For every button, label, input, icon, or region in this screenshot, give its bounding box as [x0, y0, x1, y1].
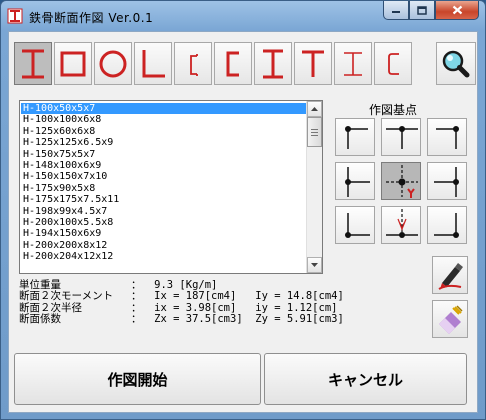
base-point-top-center[interactable] [381, 118, 421, 156]
grip-icon [311, 128, 318, 136]
cancel-button[interactable]: キャンセル [264, 353, 467, 405]
list-item[interactable]: H-175x90x5x8 [21, 183, 307, 194]
list-item[interactable]: H-200x200x8x12 [21, 240, 307, 251]
title-bar[interactable]: 鉄骨断面作図 Ver.0.1 [1, 1, 485, 31]
scroll-down-button[interactable] [307, 257, 322, 273]
base-point-top-left[interactable] [335, 118, 375, 156]
channel-rounded-button[interactable] [374, 42, 412, 85]
base-point-label: 作図基点 [369, 103, 418, 117]
list-item[interactable]: H-175x175x7.5x11 [21, 194, 307, 205]
round-pipe-icon [99, 50, 127, 77]
list-item[interactable]: H-200x100x5.5x8 [21, 217, 307, 228]
channel-rounded-icon [388, 52, 399, 75]
base-point-middle-left[interactable] [335, 162, 375, 200]
window-title: 鉄骨断面作図 Ver.0.1 [29, 11, 154, 25]
corner-tr-icon [436, 126, 459, 149]
section-properties: 単位重量 ： 9.3 [Kg/m] 断面２次モーメント ： Ix = 187[c… [19, 279, 431, 334]
maximize-icon [417, 5, 427, 15]
modulus-value: ： Zx = 37.5[cm3] Zy = 5.91[cm3] [131, 313, 344, 326]
arrow-up-icon [311, 107, 318, 111]
t-section-icon [302, 50, 324, 77]
shape-toolbar [12, 35, 476, 89]
i-beam-button[interactable] [254, 42, 292, 85]
i-beam-outline-icon [344, 51, 362, 76]
list-item[interactable]: H-125x60x6x8 [21, 126, 307, 137]
light-channel-icon [190, 53, 198, 76]
list-item[interactable]: H-148x100x6x9 [21, 160, 307, 171]
list-item[interactable]: H-200x204x12x12 [21, 251, 307, 262]
angle-icon [142, 49, 165, 77]
scroll-thumb[interactable] [307, 117, 322, 147]
close-button[interactable] [435, 1, 479, 20]
angle-button[interactable] [134, 42, 172, 85]
corner-tl-icon [345, 126, 368, 149]
edge-right-icon [434, 167, 459, 197]
corner-br-icon [434, 213, 459, 238]
modulus-label: 断面係数 [19, 313, 61, 326]
center-point-icon [386, 165, 418, 198]
section-list[interactable]: H-100x50x5x7 H-100x100x6x8 H-125x60x6x8 H-1… [19, 100, 323, 274]
base-point-bottom-left[interactable] [335, 206, 375, 244]
eraser-button[interactable] [432, 300, 468, 338]
list-item[interactable]: H-100x50x5x7 [21, 103, 307, 115]
base-point-grid [335, 118, 467, 244]
scroll-up-button[interactable] [307, 101, 322, 117]
lip-channel-button[interactable] [214, 42, 252, 85]
base-point-middle-right[interactable] [427, 162, 467, 200]
eraser-icon [439, 305, 463, 334]
maximize-button[interactable] [409, 1, 435, 20]
list-item[interactable]: H-125x125x6.5x9 [21, 137, 307, 148]
list-item[interactable]: H-150x75x5x7 [21, 149, 307, 160]
list-item[interactable]: H-150x150x7x10 [21, 171, 307, 182]
close-icon [452, 5, 462, 15]
square-tube-button[interactable] [54, 42, 92, 85]
base-point-bottom-right[interactable] [427, 206, 467, 244]
client-area: H-100x50x5x7 H-100x100x6x8 H-125x60x6x8 H-1… [8, 31, 478, 413]
base-point-center[interactable] [381, 162, 421, 200]
section-list-items: H-100x50x5x7 H-100x100x6x8 H-125x60x6x8 H-1… [21, 103, 307, 262]
arrow-down-icon [311, 263, 318, 267]
t-section-button[interactable] [294, 42, 332, 85]
light-channel-button[interactable] [174, 42, 212, 85]
list-item[interactable]: H-100x100x6x8 [21, 114, 307, 125]
lip-channel-icon [226, 51, 239, 76]
square-tube-icon [60, 51, 86, 76]
edge-top-icon [386, 126, 418, 149]
search-button[interactable] [436, 42, 476, 85]
corner-bl-icon [345, 213, 370, 238]
list-scrollbar[interactable] [306, 101, 322, 273]
i-beam-outline-button[interactable] [334, 42, 372, 85]
h-beam-button[interactable] [14, 42, 52, 85]
edge-bottom-icon [386, 209, 418, 238]
base-point-bottom-center[interactable] [381, 206, 421, 244]
minimize-button[interactable] [383, 1, 409, 20]
start-drawing-button[interactable]: 作図開始 [14, 353, 261, 405]
app-window: 鉄骨断面作図 Ver.0.1 H-100x50x5x7 H-100x100x6x… [0, 0, 486, 420]
pen-button[interactable] [432, 256, 468, 294]
list-item[interactable]: H-198x99x4.5x7 [21, 206, 307, 217]
base-point-top-right[interactable] [427, 118, 467, 156]
magnifier-icon [442, 50, 470, 77]
pen-icon [438, 263, 463, 290]
modulus-row: 断面係数 ： Zx = 37.5[cm3] Zy = 5.91[cm3] [19, 313, 431, 326]
i-beam-icon [263, 49, 283, 78]
round-pipe-button[interactable] [94, 42, 132, 85]
list-item[interactable]: H-194x150x6x9 [21, 228, 307, 239]
edge-left-icon [345, 167, 370, 197]
h-beam-icon [22, 49, 44, 78]
i-beam-app-icon [7, 8, 23, 24]
minimize-icon [392, 11, 400, 13]
